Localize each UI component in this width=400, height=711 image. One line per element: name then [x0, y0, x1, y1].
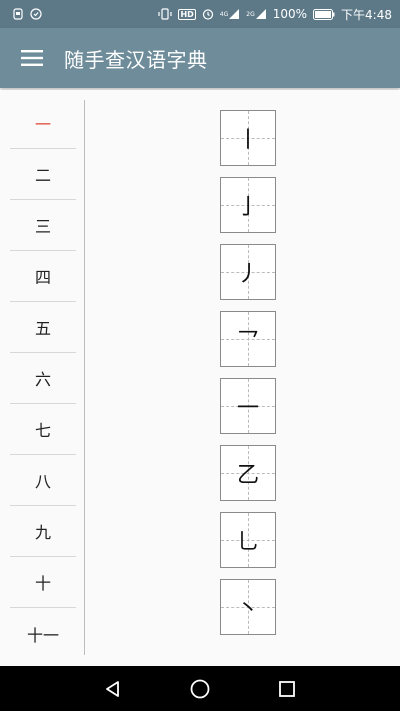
- status-bar: HD 4G 2G 100% 下午4:48: [0, 0, 400, 28]
- back-triangle-icon: [106, 680, 120, 697]
- battery-percent: 100%: [272, 7, 308, 21]
- recents-button[interactable]: [267, 669, 307, 709]
- character-glyph: 丨: [236, 128, 259, 153]
- stroke-count-list: 一 二 三 四 五 六 七 八 九 十 十一: [10, 98, 76, 659]
- clock: 下午4:48: [341, 7, 392, 22]
- character-cell[interactable]: 一: [220, 378, 276, 434]
- character-list: 丨 亅 丿 乛 一 乙 乚 丶: [220, 110, 276, 635]
- hamburger-menu-icon: [21, 50, 43, 66]
- stroke-count-item[interactable]: 九: [10, 506, 76, 557]
- character-glyph: 乙: [236, 463, 259, 488]
- vertical-divider: [84, 100, 85, 655]
- stroke-count-item[interactable]: 五: [10, 302, 76, 353]
- stroke-count-item[interactable]: 七: [10, 404, 76, 455]
- character-cell[interactable]: 乛: [220, 311, 276, 367]
- stroke-count-item[interactable]: 十一: [10, 608, 76, 659]
- usb-debug-icon: [12, 8, 24, 20]
- character-glyph: 一: [236, 396, 259, 421]
- alarm-icon: [202, 8, 214, 20]
- stroke-count-item[interactable]: 一: [10, 98, 76, 149]
- character-cell[interactable]: 丨: [220, 110, 276, 166]
- stroke-count-item[interactable]: 二: [10, 149, 76, 200]
- stroke-count-item[interactable]: 八: [10, 455, 76, 506]
- recents-square-icon: [278, 680, 295, 697]
- app-bar: 随手查汉语字典: [0, 28, 400, 88]
- home-button[interactable]: [180, 669, 220, 709]
- main-content: 一 二 三 四 五 六 七 八 九 十 十一 丨 亅 丿 乛 一 乙 乚 丶: [0, 90, 400, 666]
- stroke-count-item[interactable]: 四: [10, 251, 76, 302]
- hd-badge: HD: [178, 8, 196, 20]
- character-cell[interactable]: 乚: [220, 512, 276, 568]
- stroke-count-item[interactable]: 三: [10, 200, 76, 251]
- character-cell[interactable]: 乙: [220, 445, 276, 501]
- character-glyph: 亅: [236, 195, 259, 220]
- character-glyph: 丿: [236, 262, 259, 287]
- stroke-count-item[interactable]: 十: [10, 557, 76, 608]
- signal-icon-1: 4G: [220, 8, 240, 20]
- signal-icon-2: 2G: [246, 8, 266, 20]
- character-cell[interactable]: 丿: [220, 244, 276, 300]
- navigation-bar: [0, 666, 400, 711]
- shield-icon: [30, 8, 42, 20]
- character-glyph: 乚: [236, 530, 259, 555]
- character-cell[interactable]: 丶: [220, 579, 276, 635]
- vibrate-icon: [158, 8, 173, 20]
- page-title: 随手查汉语字典: [64, 47, 208, 72]
- character-cell[interactable]: 亅: [220, 177, 276, 233]
- stroke-count-item[interactable]: 六: [10, 353, 76, 404]
- character-glyph: 乛: [236, 329, 259, 354]
- home-circle-icon: [190, 679, 210, 698]
- back-button[interactable]: [93, 669, 133, 709]
- battery-icon: [313, 8, 335, 20]
- menu-button[interactable]: [0, 28, 64, 88]
- character-glyph: 丶: [236, 597, 259, 622]
